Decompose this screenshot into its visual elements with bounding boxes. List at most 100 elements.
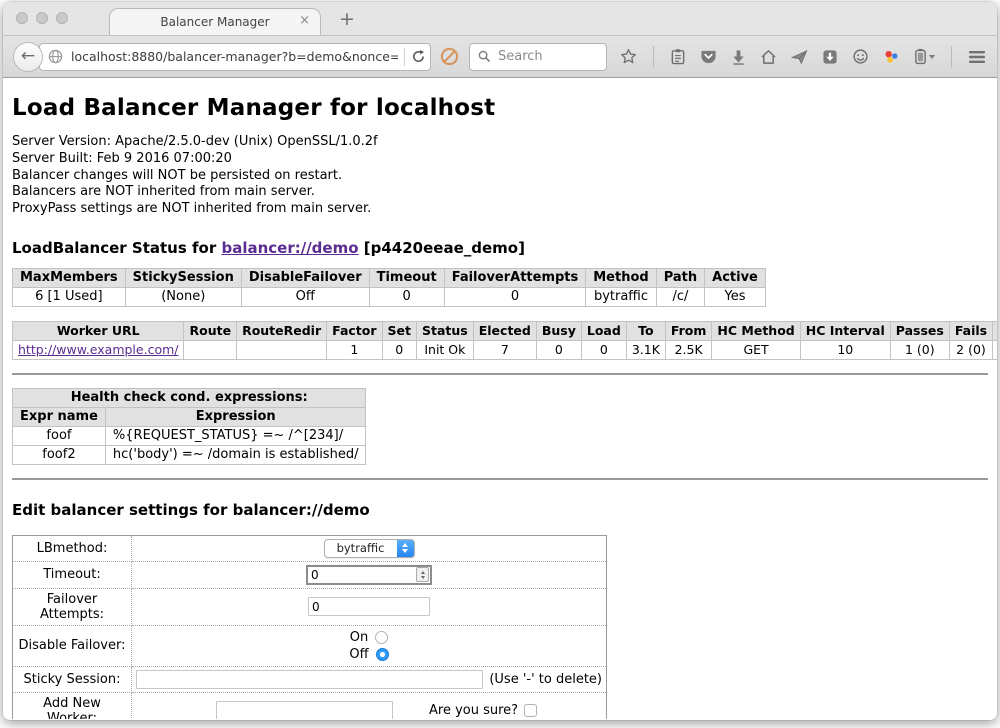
balancer-demo-link[interactable]: balancer://demo <box>221 239 358 257</box>
val-passes: 1 (0) <box>890 340 949 359</box>
browser-tab[interactable]: Balancer Manager × <box>109 8 321 35</box>
worker-url-link[interactable]: http://www.example.com/ <box>18 342 178 357</box>
val-fails: 2 (0) <box>949 340 992 359</box>
lbmethod-select[interactable]: bytraffic <box>324 539 415 558</box>
disable-failover-label: Disable Failover: <box>13 625 132 666</box>
col-failoverattempts: FailoverAttempts <box>444 268 586 287</box>
health-row-foof2: foof2 hc('body') =~ /domain is establish… <box>13 445 366 464</box>
add-worker-row: Add New Worker: Are you sure? <box>13 692 607 719</box>
col-set: Set <box>382 321 416 340</box>
val-expr-name-1: foof <box>13 426 106 445</box>
window-controls[interactable] <box>16 12 68 24</box>
health-row-foof: foof %{REQUEST_STATUS} =~ /^[234]/ <box>13 426 366 445</box>
val-active: Yes <box>705 287 766 306</box>
val-set: 0 <box>382 340 416 359</box>
download-icon[interactable] <box>731 49 746 65</box>
page-title: Load Balancer Manager for localhost <box>12 78 988 121</box>
add-worker-input[interactable] <box>216 701 393 719</box>
number-spinner-icon[interactable] <box>416 567 429 582</box>
disable-failover-on-radio[interactable] <box>375 631 388 644</box>
val-busy: 0 <box>536 340 581 359</box>
colored-dots-addon-icon[interactable] <box>883 49 900 65</box>
col-expr-name: Expr name <box>13 407 106 426</box>
edit-settings-heading: Edit balancer settings for balancer://de… <box>12 501 988 519</box>
val-route <box>184 340 237 359</box>
menu-hamburger-icon[interactable] <box>968 50 986 64</box>
home-icon[interactable] <box>760 49 777 65</box>
col-status: Status <box>417 321 474 340</box>
inherit-note-line: Balancers are NOT inherited from main se… <box>12 184 988 201</box>
col-hc-method: HC Method <box>712 321 800 340</box>
battery-device-icon[interactable] <box>914 48 935 65</box>
timeout-stepper[interactable] <box>306 565 432 585</box>
search-bar[interactable] <box>469 43 607 71</box>
status-data-row: 6 [1 Used] (None) Off 0 0 bytraffic /c/ … <box>13 287 766 306</box>
col-passes: Passes <box>890 321 949 340</box>
server-info: Server Version: Apache/2.5.0-dev (Unix) … <box>12 134 988 218</box>
sticky-session-hint: (Use '-' to delete) <box>489 672 602 687</box>
server-built-line: Server Built: Feb 9 2016 07:00:20 <box>12 151 988 168</box>
tab-title: Balancer Manager <box>160 15 269 29</box>
minimize-window-button[interactable] <box>36 12 48 24</box>
close-window-button[interactable] <box>16 12 28 24</box>
sticky-session-input[interactable] <box>136 670 483 689</box>
failover-attempts-input[interactable] <box>308 597 430 616</box>
col-hc-interval: HC Interval <box>800 321 890 340</box>
col-worker-url: Worker URL <box>13 321 184 340</box>
health-table-title: Health check cond. expressions: <box>13 388 366 407</box>
timeout-input[interactable] <box>308 568 416 582</box>
sticky-session-label: Sticky Session: <box>13 666 132 692</box>
bookmark-star-icon[interactable] <box>620 48 637 65</box>
lbmethod-label: LBmethod: <box>13 535 132 561</box>
save-to-device-icon[interactable] <box>822 49 838 65</box>
col-to: To <box>626 321 665 340</box>
back-button[interactable]: ← <box>13 42 43 72</box>
are-you-sure-label: Are you sure? <box>429 703 518 718</box>
col-load: Load <box>581 321 626 340</box>
status-header-row: MaxMembers StickySession DisableFailover… <box>13 268 766 287</box>
toolbar-divider <box>653 46 654 68</box>
clipboard-icon[interactable] <box>670 48 686 65</box>
col-expression: Expression <box>105 407 366 426</box>
val-expression-1: %{REQUEST_STATUS} =~ /^[234]/ <box>105 426 366 445</box>
col-factor: Factor <box>327 321 382 340</box>
desktop: Balancer Manager × + ← localhost:8880/ba… <box>0 0 1000 728</box>
val-routeredir <box>237 340 327 359</box>
browser-window: Balancer Manager × + ← localhost:8880/ba… <box>3 2 997 720</box>
divider-after-health-table <box>12 478 988 480</box>
url-bar[interactable]: localhost:8880/balancer-manager?b=demo&n… <box>39 43 431 71</box>
disable-failover-off-radio[interactable] <box>376 648 389 661</box>
are-you-sure-checkbox[interactable] <box>524 704 537 717</box>
toolbar-buttons <box>620 46 997 68</box>
reload-icon[interactable] <box>411 49 426 64</box>
val-expr-name-2: foof2 <box>13 445 106 464</box>
url-text[interactable]: localhost:8880/balancer-manager?b=demo&n… <box>71 49 398 64</box>
health-check-table: Health check cond. expressions: Expr nam… <box>12 388 366 465</box>
close-tab-icon[interactable]: × <box>299 14 310 27</box>
adblock-icon[interactable] <box>440 47 459 66</box>
divider-after-worker-table <box>12 373 988 375</box>
zoom-window-button[interactable] <box>56 12 68 24</box>
add-worker-label: Add New Worker: <box>13 692 132 719</box>
val-factor: 1 <box>327 340 382 359</box>
new-tab-button[interactable]: + <box>339 10 355 29</box>
val-to: 3.1K <box>626 340 665 359</box>
toolbar-divider-2 <box>951 46 952 68</box>
col-route: Route <box>184 321 237 340</box>
val-elected: 7 <box>473 340 536 359</box>
val-from: 2.5K <box>665 340 712 359</box>
send-plane-icon[interactable] <box>791 49 808 65</box>
feedback-smiley-icon[interactable] <box>852 49 869 65</box>
val-method: bytraffic <box>586 287 656 306</box>
val-load: 0 <box>581 340 626 359</box>
col-disablefailover: DisableFailover <box>241 268 369 287</box>
search-input[interactable] <box>498 49 598 64</box>
col-timeout: Timeout <box>369 268 444 287</box>
col-elected: Elected <box>473 321 536 340</box>
col-busy: Busy <box>536 321 581 340</box>
pocket-icon[interactable] <box>700 49 717 65</box>
status-heading-prefix: LoadBalancer Status for <box>12 239 221 257</box>
urlbar-divider <box>404 48 405 66</box>
val-hc-uri <box>993 340 997 359</box>
val-stickysession: (None) <box>125 287 241 306</box>
